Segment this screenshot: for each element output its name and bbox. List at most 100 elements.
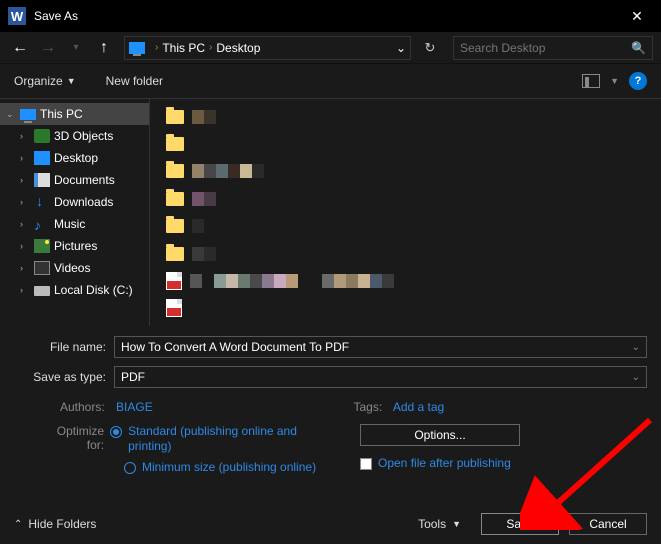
expand-icon[interactable]: › (20, 285, 30, 295)
tree-3d-objects[interactable]: › 3D Objects (0, 125, 149, 147)
radio-standard-label[interactable]: Standard (publishing online and printing… (128, 424, 320, 454)
pictures-icon (34, 239, 50, 253)
tree-downloads[interactable]: ›Downloads (0, 191, 149, 213)
videos-icon (34, 261, 50, 275)
breadcrumb-current[interactable]: Desktop (216, 41, 260, 55)
authors-value[interactable]: BIAGE (116, 400, 153, 414)
tree-label: Music (54, 217, 85, 231)
breadcrumb-root[interactable]: This PC (162, 41, 205, 55)
search-input[interactable] (460, 41, 631, 55)
file-item[interactable] (166, 299, 645, 318)
disk-icon (34, 286, 50, 296)
nav-back-button[interactable]: ← (8, 36, 32, 60)
tree-label: Desktop (54, 151, 98, 165)
save-form: File name: ⌄ Save as type: ⌄ (0, 326, 661, 388)
open-after-checkbox[interactable] (360, 458, 372, 470)
open-after-label[interactable]: Open file after publishing (378, 456, 511, 471)
radio-minimum[interactable] (124, 462, 136, 474)
organize-label: Organize (14, 74, 63, 88)
tree-desktop[interactable]: › Desktop (0, 147, 149, 169)
folder-icon (166, 164, 184, 178)
title-bar: W Save As ✕ (0, 0, 661, 32)
radio-minimum-label[interactable]: Minimum size (publishing online) (142, 460, 316, 475)
filename-label: File name: (14, 340, 114, 354)
desktop-icon (34, 151, 50, 165)
tree-label: Videos (54, 261, 90, 275)
tags-label: Tags: (354, 400, 383, 414)
file-item[interactable] (166, 107, 645, 126)
cancel-button[interactable]: Cancel (569, 513, 647, 535)
pdf-icon (166, 272, 182, 290)
chevron-up-icon: ⌃ (14, 519, 22, 530)
new-folder-button[interactable]: New folder (106, 74, 163, 88)
file-item[interactable] (166, 162, 645, 181)
tags-add[interactable]: Add a tag (393, 400, 444, 414)
filename-input[interactable] (121, 340, 632, 354)
hide-folders-label: Hide Folders (28, 517, 96, 531)
file-item[interactable] (166, 244, 645, 263)
nav-forward-button[interactable]: → (36, 36, 60, 60)
help-button[interactable]: ? (629, 72, 647, 90)
close-button[interactable]: ✕ (617, 8, 657, 25)
window-title: Save As (34, 9, 617, 23)
expand-icon[interactable]: › (20, 175, 30, 185)
footer: ⌃ Hide Folders Tools ▼ Save Cancel (0, 504, 661, 544)
authors-label: Authors: (60, 400, 105, 414)
tree-music[interactable]: › Music (0, 213, 149, 235)
refresh-button[interactable]: ↻ (419, 40, 441, 56)
savetype-label: Save as type: (14, 370, 114, 384)
expand-icon[interactable]: › (20, 153, 30, 163)
nav-tree: ⌄ This PC › 3D Objects › Desktop › Document… (0, 99, 150, 326)
cube-icon (34, 129, 50, 143)
main-pane: ⌄ This PC › 3D Objects › Desktop › Document… (0, 98, 661, 326)
view-options-button[interactable] (582, 74, 600, 88)
expand-icon[interactable]: › (20, 241, 30, 251)
chevron-down-icon[interactable]: ⌄ (396, 41, 406, 55)
breadcrumb-bar[interactable]: › This PC › Desktop ⌄ (124, 36, 411, 60)
file-item[interactable] (166, 217, 645, 236)
chevron-down-icon[interactable]: ▼ (610, 76, 619, 86)
filename-field[interactable]: ⌄ (114, 336, 647, 358)
chevron-right-icon: › (209, 42, 212, 53)
tree-label: Local Disk (C:) (54, 283, 133, 297)
nav-recent-dropdown[interactable]: ▾ (64, 36, 88, 60)
tree-label: Documents (54, 173, 115, 187)
save-button[interactable]: Save (481, 513, 559, 535)
pc-icon (20, 109, 36, 120)
options-button[interactable]: Options... (360, 424, 520, 446)
tree-pictures[interactable]: ›Pictures (0, 235, 149, 257)
tree-label: 3D Objects (54, 129, 113, 143)
optimize-label: Optimize for: (40, 424, 110, 452)
file-item[interactable] (166, 134, 645, 153)
music-icon (34, 217, 50, 231)
tree-label: This PC (40, 107, 83, 121)
tools-menu[interactable]: Tools ▼ (418, 517, 461, 531)
tree-documents[interactable]: › Documents (0, 169, 149, 191)
pdf-icon (166, 299, 182, 317)
file-list[interactable] (150, 99, 661, 326)
expand-icon[interactable]: › (20, 197, 30, 207)
tree-this-pc[interactable]: ⌄ This PC (0, 103, 149, 125)
radio-standard[interactable] (110, 426, 122, 438)
search-box[interactable]: 🔍 (453, 36, 653, 60)
metadata-row: Authors: BIAGE Tags: Add a tag (0, 396, 661, 414)
file-item[interactable] (166, 189, 645, 208)
file-item[interactable] (166, 271, 645, 290)
folder-icon (166, 247, 184, 261)
savetype-input[interactable] (121, 370, 632, 384)
hide-folders-button[interactable]: ⌃ Hide Folders (14, 517, 96, 531)
expand-icon[interactable]: › (20, 131, 30, 141)
search-icon[interactable]: 🔍 (631, 41, 646, 55)
tree-local-disk[interactable]: › Local Disk (C:) (0, 279, 149, 301)
organize-menu[interactable]: Organize ▼ (14, 74, 76, 88)
chevron-down-icon[interactable]: ⌄ (632, 342, 640, 353)
toolbar: Organize ▼ New folder ▼ ? (0, 64, 661, 98)
collapse-icon[interactable]: ⌄ (6, 109, 16, 120)
word-app-icon: W (8, 7, 26, 25)
chevron-down-icon[interactable]: ⌄ (632, 372, 640, 383)
tree-videos[interactable]: › Videos (0, 257, 149, 279)
savetype-field[interactable]: ⌄ (114, 366, 647, 388)
expand-icon[interactable]: › (20, 219, 30, 229)
expand-icon[interactable]: › (20, 263, 30, 273)
nav-up-button[interactable]: ↑ (92, 36, 116, 60)
